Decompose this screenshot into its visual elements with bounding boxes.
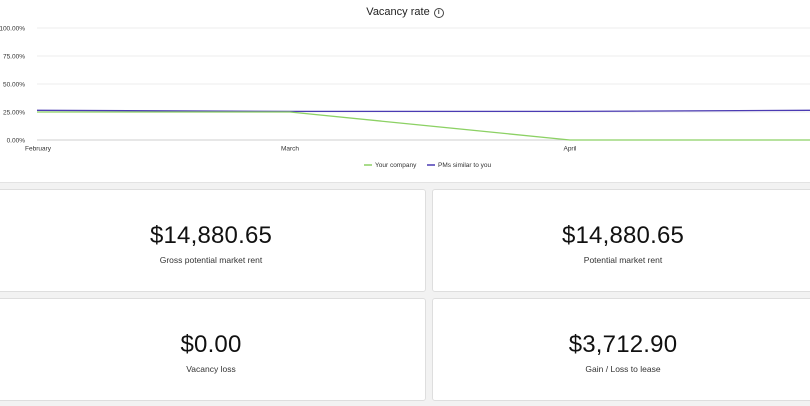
legend-label: PMs similar to you [438, 162, 491, 169]
vacancy-rate-chart-panel: Vacancy rate i 100.00% 75.00% 50.00% 25.00% 0… [0, 0, 810, 183]
card-value: $3,712.90 [568, 331, 678, 358]
y-tick-label: 25.00% [3, 110, 25, 117]
y-tick-label: 75.00% [3, 54, 25, 61]
x-tick-label: April [563, 146, 577, 153]
card-value: $0.00 [180, 331, 242, 358]
vacancy-rate-chart: 100.00% 75.00% 50.00% 25.00% 0.00%February Ma… [0, 26, 810, 169]
vacancy-loss-card: $0.00 Vacancy loss [0, 298, 426, 401]
series-line [37, 111, 810, 141]
gain-loss-to-lease-card: $3,712.90 Gain / Loss to lease [432, 298, 810, 401]
y-tick-label: 100.00% [0, 26, 25, 33]
gross-potential-market-rent-card: $14,880.65 Gross potential market rent [0, 189, 426, 292]
legend-label: Your company [375, 162, 417, 169]
card-label: Potential market rent [583, 255, 663, 265]
card-label: Gross potential market rent [159, 255, 263, 265]
card-label: Gain / Loss to lease [585, 364, 661, 374]
card-value: $14,880.65 [561, 222, 685, 249]
y-tick-label: 50.00% [3, 82, 25, 89]
x-tick-label: March [281, 146, 299, 153]
card-value: $14,880.65 [149, 222, 273, 249]
y-tick-label: 0.00% [7, 138, 26, 145]
potential-market-rent-card: $14,880.65 Potential market rent [432, 189, 810, 292]
series-line [36, 109, 810, 113]
x-tick-label: February [25, 146, 52, 153]
card-label: Vacancy loss [186, 364, 236, 374]
